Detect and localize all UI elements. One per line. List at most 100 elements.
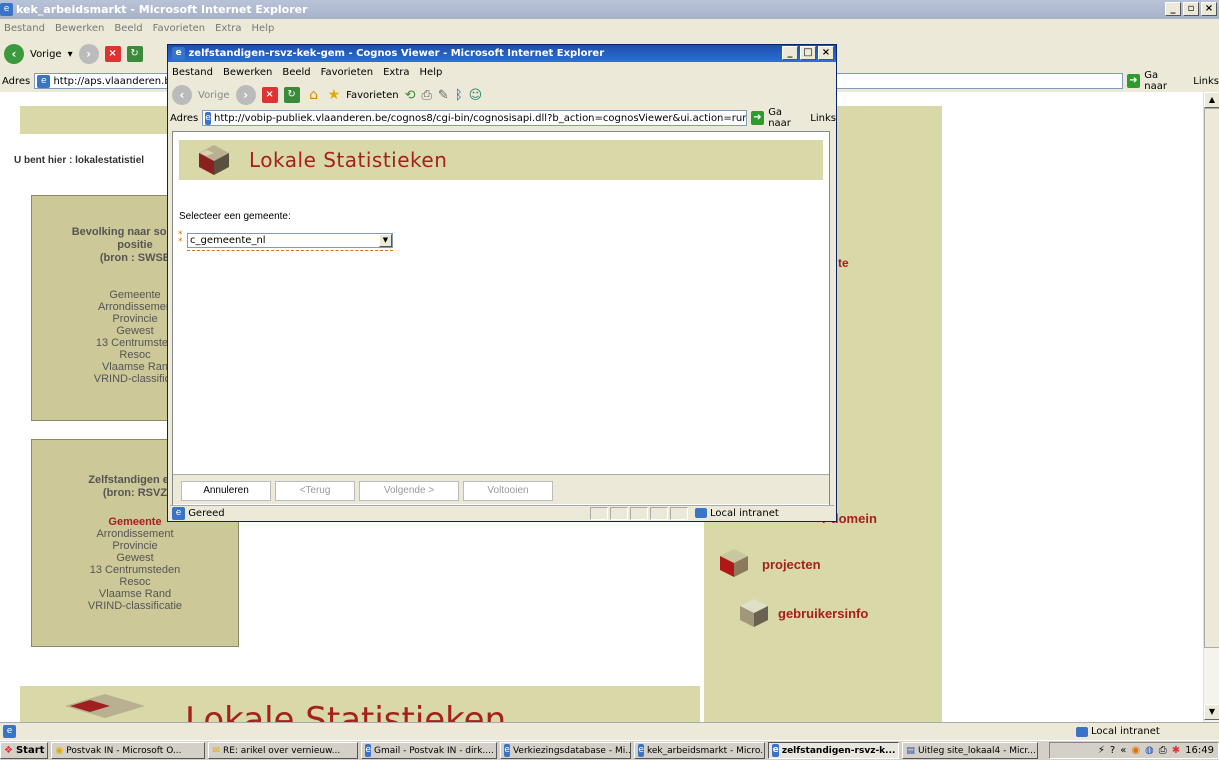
- box2-link-vlaamse-rand[interactable]: Vlaamse Rand: [32, 588, 238, 600]
- back-button[interactable]: <Terug: [275, 481, 355, 501]
- tray-app-icon[interactable]: ◉: [1131, 745, 1140, 756]
- box2-link-arrondissement[interactable]: Arrondissement: [32, 528, 238, 540]
- gebruikersinfo-cube-icon: [738, 597, 770, 632]
- scroll-thumb[interactable]: [1204, 108, 1219, 648]
- box2-link-gewest[interactable]: Gewest: [32, 552, 238, 564]
- word-icon: ▤: [906, 745, 915, 756]
- menu-extra[interactable]: Extra: [215, 23, 241, 34]
- main-vertical-scrollbar[interactable]: ▲ ▼: [1203, 92, 1219, 722]
- task-outlook[interactable]: ◉ Postvak IN - Microsoft O...: [51, 742, 206, 759]
- tray-globe-icon[interactable]: ◍: [1145, 745, 1154, 756]
- ie-task-icon: e: [772, 744, 779, 757]
- back-arrow-icon[interactable]: ‹: [4, 44, 24, 64]
- scroll-down-icon[interactable]: ▼: [1204, 704, 1219, 720]
- projecten-link[interactable]: projecten: [762, 557, 821, 572]
- go-arrow-icon[interactable]: ➜: [1126, 74, 1141, 88]
- go-button-label[interactable]: Ga naar: [1144, 70, 1183, 92]
- popup-home-icon[interactable]: ⌂: [306, 87, 322, 103]
- box2-link-vrind[interactable]: VRIND-classificatie: [32, 600, 238, 612]
- tray-security-icon[interactable]: ✱: [1172, 745, 1180, 756]
- tray-network-icon[interactable]: ⚡: [1098, 745, 1105, 756]
- popup-favorites-label[interactable]: Favorieten: [346, 90, 398, 101]
- task-uitleg[interactable]: ▤ Uitleg site_lokaal4 - Micr...: [902, 742, 1039, 759]
- outlook-icon: ◉: [55, 745, 64, 756]
- stop-icon[interactable]: ×: [104, 46, 121, 62]
- forward-arrow-icon[interactable]: ›: [78, 44, 99, 64]
- popup-close-button[interactable]: ×: [818, 46, 834, 60]
- popup-refresh-icon[interactable]: ↻: [283, 87, 300, 103]
- popup-forward-icon[interactable]: ›: [235, 85, 256, 105]
- task-mail[interactable]: ✉ RE: arikel over vernieuw...: [208, 742, 359, 759]
- popup-menu-help[interactable]: Help: [420, 67, 443, 78]
- start-button[interactable]: ❖ Start: [0, 742, 49, 759]
- box2-link-resoc[interactable]: Resoc: [32, 576, 238, 588]
- menu-help[interactable]: Help: [252, 23, 275, 34]
- next-button[interactable]: Volgende >: [359, 481, 459, 501]
- right-partial-text[interactable]: te: [838, 256, 849, 270]
- popup-maximize-button[interactable]: □: [800, 46, 816, 60]
- finish-button[interactable]: Voltooien: [463, 481, 553, 501]
- popup-status-text: Gereed: [188, 507, 225, 519]
- popup-back-label[interactable]: Vorige: [198, 90, 230, 101]
- popup-menu-beeld[interactable]: Beeld: [282, 67, 310, 78]
- gebruikersinfo-link[interactable]: gebruikersinfo: [778, 606, 868, 621]
- tray-printer-icon[interactable]: ⎙: [1159, 745, 1167, 756]
- box2-links: Gemeente Arrondissement Provincie Gewest…: [32, 516, 238, 612]
- popup-menu-bewerken[interactable]: Bewerken: [223, 67, 272, 78]
- popup-go-label[interactable]: Ga naar: [768, 107, 806, 129]
- status-segment: [650, 506, 668, 520]
- cubes-logo-icon: [65, 694, 145, 718]
- popup-address-value: http://vobip-publiek.vlaanderen.be/cogno…: [214, 112, 746, 124]
- select-dropdown-arrow-icon[interactable]: ▼: [379, 234, 392, 247]
- intranet-icon: [1076, 726, 1088, 737]
- popup-minimize-button[interactable]: _: [782, 46, 798, 60]
- popup-stop-icon[interactable]: ×: [261, 87, 278, 103]
- box2-link-centrumsteden[interactable]: 13 Centrumsteden: [32, 564, 238, 576]
- popup-edit-icon[interactable]: ✎: [438, 88, 449, 103]
- box2-link-provincie[interactable]: Provincie: [32, 540, 238, 552]
- popup-menu-favorieten[interactable]: Favorieten: [321, 67, 373, 78]
- prompt-footer: Annuleren <Terug Volgende > Voltooien: [173, 474, 829, 504]
- popup-addressbar: Adres e http://vobip-publiek.vlaanderen.…: [168, 107, 836, 129]
- task-gmail[interactable]: e Gmail - Postvak IN - dirk....: [361, 742, 498, 759]
- popup-history-icon[interactable]: ⟲: [405, 88, 416, 103]
- task-verkiezingen[interactable]: e Verkiezingsdatabase - Mi...: [500, 742, 632, 759]
- popup-favorites-star-icon[interactable]: ★: [328, 87, 341, 103]
- tray-expand-icon[interactable]: «: [1120, 745, 1126, 756]
- scroll-up-icon[interactable]: ▲: [1204, 92, 1219, 108]
- menu-favorieten[interactable]: Favorieten: [153, 23, 205, 34]
- popup-bluetooth-icon[interactable]: ᛒ: [455, 88, 463, 103]
- ie-task-icon: e: [365, 744, 371, 757]
- minimize-button[interactable]: _: [1165, 2, 1181, 16]
- dropdown-arrow-icon[interactable]: ▾: [68, 49, 73, 60]
- popup-menu-extra[interactable]: Extra: [383, 67, 409, 78]
- tray-help-icon[interactable]: ?: [1110, 745, 1115, 756]
- links-label[interactable]: Links: [1193, 76, 1219, 87]
- gemeente-select[interactable]: c_gemeente_nl ▼: [187, 233, 393, 248]
- popup-page-icon: e: [205, 111, 211, 125]
- popup-messenger-icon[interactable]: ☺: [469, 88, 483, 103]
- close-button[interactable]: ×: [1201, 2, 1217, 16]
- popup-address-input[interactable]: e http://vobip-publiek.vlaanderen.be/cog…: [202, 110, 747, 126]
- popup-back-icon[interactable]: ‹: [172, 85, 192, 105]
- restore-button[interactable]: ▫: [1183, 2, 1199, 16]
- refresh-icon[interactable]: ↻: [126, 46, 143, 62]
- ie-task-icon: e: [638, 744, 644, 757]
- popup-menubar: Bestand Bewerken Beeld Favorieten Extra …: [168, 62, 836, 82]
- start-label: Start: [15, 745, 45, 756]
- ie-icon: e: [0, 3, 13, 16]
- menu-bewerken[interactable]: Bewerken: [55, 23, 104, 34]
- popup-go-arrow-icon[interactable]: ➜: [750, 111, 765, 125]
- popup-header-band: Lokale Statistieken: [179, 140, 823, 180]
- task-zelfstandigen[interactable]: e zelfstandigen-rsvz-k...: [768, 742, 900, 759]
- menu-bestand[interactable]: Bestand: [4, 23, 45, 34]
- menu-beeld[interactable]: Beeld: [114, 23, 142, 34]
- address-value: http://aps.vlaanderen.be/: [53, 75, 181, 87]
- cancel-button[interactable]: Annuleren: [181, 481, 271, 501]
- task-kek-arbeidsmarkt[interactable]: e kek_arbeidsmarkt - Micro...: [634, 742, 766, 759]
- popup-menu-bestand[interactable]: Bestand: [172, 67, 213, 78]
- popup-links-label[interactable]: Links: [810, 113, 836, 124]
- popup-print-icon[interactable]: ⎙: [422, 88, 432, 103]
- task-label: Gmail - Postvak IN - dirk....: [373, 745, 494, 756]
- back-button-label[interactable]: Vorige: [30, 49, 62, 60]
